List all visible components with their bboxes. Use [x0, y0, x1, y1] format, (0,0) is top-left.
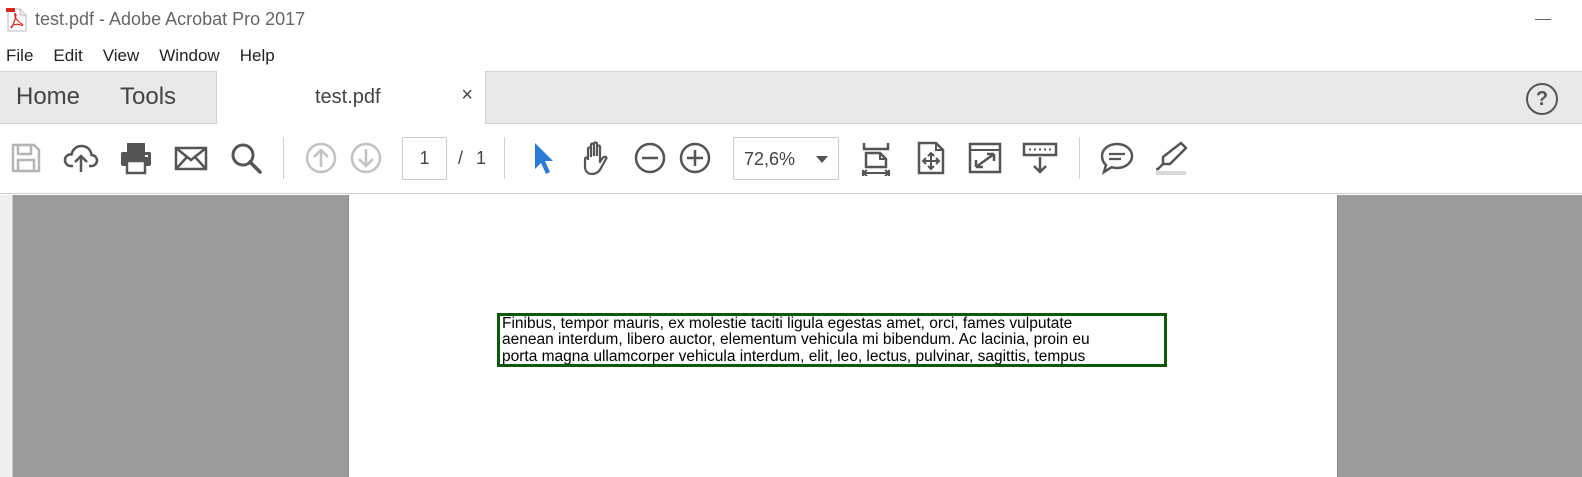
- document-viewport[interactable]: Finibus, tempor mauris, ex molestie taci…: [0, 195, 1582, 477]
- scroll-mode-icon[interactable]: [911, 138, 951, 178]
- window-title: test.pdf - Adobe Acrobat Pro 2017: [35, 9, 306, 29]
- menu-help[interactable]: Help: [240, 44, 275, 68]
- page-display-icon[interactable]: [1020, 138, 1060, 178]
- menu-edit[interactable]: Edit: [53, 44, 82, 68]
- close-tab-icon[interactable]: ×: [461, 85, 473, 105]
- chevron-down-icon: [816, 156, 828, 163]
- left-panel-strip[interactable]: [0, 195, 13, 477]
- prev-page-icon[interactable]: [301, 138, 341, 178]
- full-screen-icon[interactable]: [965, 138, 1005, 178]
- zoom-in-icon[interactable]: [675, 138, 715, 178]
- help-icon[interactable]: ?: [1526, 83, 1558, 115]
- menu-bar: File Edit View Window Help: [0, 40, 1582, 71]
- toolbar: 1 / 1 72,6%: [0, 124, 1582, 194]
- zoom-dropdown[interactable]: 72,6%: [733, 137, 839, 180]
- menu-window[interactable]: Window: [159, 44, 219, 68]
- menu-file[interactable]: File: [6, 44, 33, 68]
- document-text-line: Finibus, tempor mauris, ex molestie taci…: [502, 315, 1073, 332]
- acrobat-pdf-icon: [6, 8, 28, 32]
- document-text-line: aenean interdum, libero auctor, elementu…: [502, 331, 1090, 349]
- toolbar-separator: [283, 137, 284, 179]
- email-icon[interactable]: [171, 138, 211, 178]
- page-number-input[interactable]: 1: [402, 137, 447, 180]
- comment-icon[interactable]: [1097, 138, 1137, 178]
- document-tab-label: test.pdf: [315, 86, 381, 108]
- title-bar: test.pdf - Adobe Acrobat Pro 2017: [0, 0, 1582, 40]
- zoom-out-icon[interactable]: [630, 138, 670, 178]
- search-icon[interactable]: [226, 138, 266, 178]
- tab-document[interactable]: test.pdf ×: [216, 71, 486, 125]
- toolbar-separator: [504, 137, 505, 179]
- print-icon[interactable]: [116, 138, 156, 178]
- fit-page-icon[interactable]: [856, 138, 896, 178]
- select-cursor-icon[interactable]: [523, 138, 563, 178]
- hand-icon[interactable]: [576, 138, 616, 178]
- minimize-button[interactable]: [1528, 6, 1558, 32]
- save-icon[interactable]: [6, 138, 46, 178]
- pdf-page[interactable]: Finibus, tempor mauris, ex molestie taci…: [348, 195, 1338, 477]
- menu-view[interactable]: View: [103, 44, 140, 68]
- tab-bar: Home Tools test.pdf × ?: [0, 71, 1582, 125]
- text-frame[interactable]: Finibus, tempor mauris, ex molestie taci…: [497, 313, 1167, 367]
- zoom-value: 72,6%: [744, 149, 796, 169]
- next-page-icon[interactable]: [346, 138, 386, 178]
- page-separator: /: [458, 148, 464, 168]
- tab-tools[interactable]: Tools: [120, 83, 176, 111]
- document-text-line: porta magna ullamcorper vehicula interdu…: [502, 347, 1086, 365]
- page-total: 1: [476, 148, 487, 168]
- minimize-icon: [1535, 18, 1551, 20]
- highlight-icon[interactable]: [1151, 138, 1191, 178]
- tab-home[interactable]: Home: [16, 83, 80, 111]
- cloud-upload-icon[interactable]: [61, 138, 101, 178]
- toolbar-separator: [1079, 137, 1080, 179]
